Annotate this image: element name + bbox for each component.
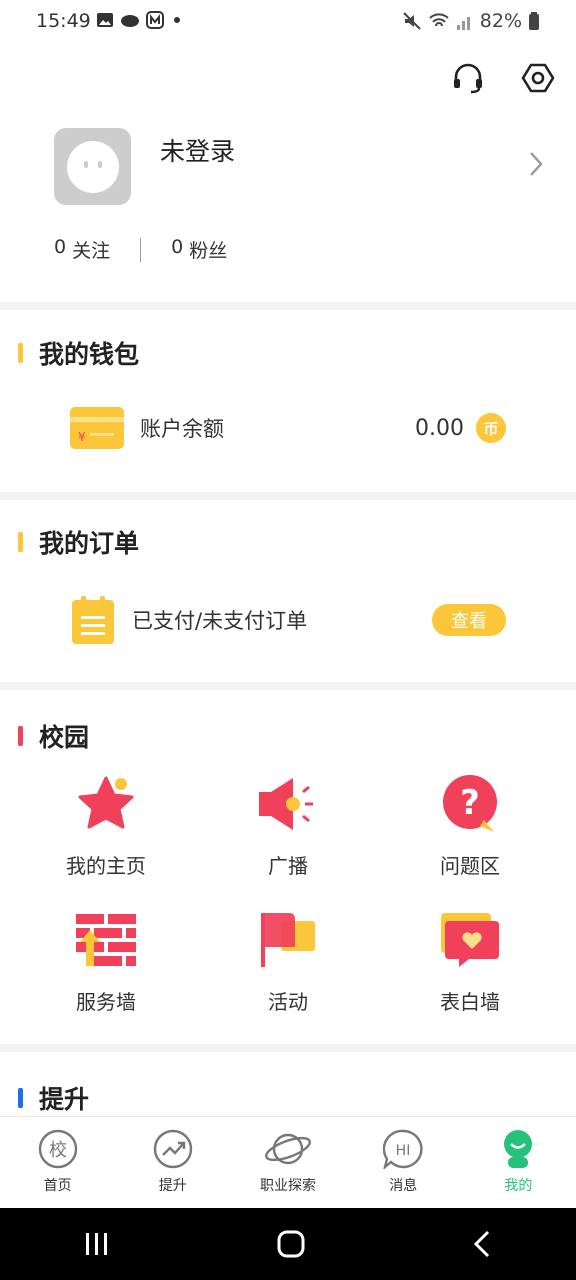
following-count: 0 bbox=[54, 236, 67, 258]
section-divider bbox=[0, 682, 576, 690]
home-nav-icon[interactable] bbox=[276, 1229, 306, 1259]
campus-home-icon: 校 bbox=[38, 1129, 77, 1169]
status-bar: 15:49 82% bbox=[0, 0, 576, 46]
campus-item-homepage[interactable]: 我的主页 bbox=[26, 772, 186, 879]
top-actions bbox=[448, 56, 558, 100]
campus-item-label: 问题区 bbox=[440, 854, 500, 878]
tab-label: 首页 bbox=[43, 1178, 72, 1194]
account-balance-row[interactable]: ¥ 账户余额 0.00 币 bbox=[70, 398, 506, 458]
star-icon bbox=[78, 776, 134, 829]
back-icon[interactable] bbox=[470, 1229, 494, 1259]
orders-title: 我的订单 bbox=[39, 529, 140, 558]
tab-home[interactable]: 校 首页 bbox=[0, 1117, 115, 1208]
coin-icon: 币 bbox=[476, 413, 506, 443]
wifi-icon bbox=[429, 13, 449, 27]
customer-service-button[interactable] bbox=[448, 56, 488, 100]
profile-stats: 0 关注 0 粉丝 bbox=[54, 236, 227, 263]
wallet-section-title: 我的钱包 bbox=[18, 335, 139, 371]
stat-divider bbox=[140, 237, 142, 262]
order-clipboard-icon bbox=[72, 596, 114, 644]
section-accent-bar bbox=[18, 532, 23, 552]
megaphone-icon bbox=[259, 778, 313, 830]
campus-title: 校园 bbox=[39, 723, 90, 752]
system-nav-bar bbox=[0, 1208, 576, 1280]
campus-section-title: 校园 bbox=[18, 718, 89, 754]
section-accent-bar bbox=[18, 726, 23, 746]
svg-text:校: 校 bbox=[49, 1140, 67, 1161]
campus-item-label: 服务墙 bbox=[76, 990, 136, 1014]
tab-mine[interactable]: 我的 bbox=[461, 1117, 576, 1208]
app-notification-icon bbox=[146, 11, 164, 29]
tab-label: 提升 bbox=[158, 1178, 187, 1194]
orders-label: 已支付/未支付订单 bbox=[132, 609, 308, 633]
headset-icon bbox=[454, 63, 482, 94]
avatar[interactable] bbox=[54, 128, 131, 205]
campus-item-label: 广播 bbox=[268, 854, 308, 878]
followers-label: 粉丝 bbox=[189, 240, 228, 262]
campus-item-activities[interactable]: 活动 bbox=[208, 908, 368, 1015]
default-avatar-icon bbox=[66, 140, 119, 193]
battery-percent: 82% bbox=[479, 10, 522, 32]
section-divider bbox=[0, 1044, 576, 1052]
section-divider bbox=[0, 302, 576, 310]
svg-text:?: ? bbox=[460, 783, 480, 823]
dot-icon bbox=[174, 17, 180, 23]
gallery-icon bbox=[97, 13, 113, 27]
orders-section-title: 我的订单 bbox=[18, 524, 139, 560]
question-icon: ? bbox=[443, 775, 497, 832]
brick-wall-icon bbox=[76, 914, 136, 966]
campus-item-label: 活动 bbox=[268, 990, 308, 1014]
tab-label: 职业探索 bbox=[260, 1178, 316, 1194]
view-orders-button[interactable]: 查看 bbox=[432, 604, 506, 636]
settings-icon bbox=[521, 63, 555, 93]
section-divider bbox=[0, 492, 576, 500]
trending-up-icon bbox=[153, 1129, 192, 1169]
battery-icon bbox=[529, 12, 539, 30]
following-stat[interactable]: 0 关注 bbox=[54, 236, 110, 263]
wallet-card-icon: ¥ bbox=[70, 407, 124, 449]
cloud-icon bbox=[121, 15, 139, 27]
improve-section-title: 提升 bbox=[18, 1080, 89, 1116]
followers-stat[interactable]: 0 粉丝 bbox=[171, 236, 227, 263]
tab-career[interactable]: 职业探索 bbox=[230, 1117, 345, 1208]
settings-button[interactable] bbox=[518, 56, 558, 100]
recent-apps-icon[interactable] bbox=[82, 1231, 112, 1257]
profile-card[interactable]: 未登录 0 关注 0 粉丝 bbox=[54, 128, 554, 278]
status-time: 15:49 bbox=[36, 10, 91, 32]
balance-display: 0.00 币 bbox=[415, 413, 506, 443]
campus-item-questions[interactable]: ? 问题区 bbox=[390, 772, 550, 879]
tab-label: 消息 bbox=[389, 1178, 418, 1194]
tab-messages[interactable]: HI 消息 bbox=[346, 1117, 461, 1208]
bottom-tab-bar: 校 首页 提升 职业探索 HI 消息 我的 bbox=[0, 1116, 576, 1208]
campus-item-label: 表白墙 bbox=[440, 990, 500, 1014]
balance-value: 0.00 bbox=[415, 415, 464, 441]
chat-bubble-icon: HI bbox=[383, 1129, 423, 1169]
campus-item-service-wall[interactable]: 服务墙 bbox=[26, 908, 186, 1015]
heart-message-icon bbox=[441, 913, 499, 967]
planet-icon bbox=[265, 1133, 311, 1165]
chevron-right-icon[interactable] bbox=[528, 150, 544, 178]
username[interactable]: 未登录 bbox=[160, 132, 235, 168]
svg-text:HI: HI bbox=[396, 1143, 411, 1159]
tab-improve[interactable]: 提升 bbox=[115, 1117, 230, 1208]
tab-label: 我的 bbox=[504, 1178, 533, 1194]
section-accent-bar bbox=[18, 343, 23, 363]
orders-row[interactable]: 已支付/未支付订单 查看 bbox=[70, 590, 506, 650]
followers-count: 0 bbox=[171, 236, 184, 258]
section-accent-bar bbox=[18, 1088, 23, 1108]
user-icon bbox=[504, 1130, 533, 1168]
campus-item-confession-wall[interactable]: 表白墙 bbox=[390, 908, 550, 1015]
flag-icon bbox=[261, 913, 315, 967]
improve-title: 提升 bbox=[39, 1085, 90, 1114]
balance-label: 账户余额 bbox=[140, 417, 224, 441]
campus-item-label: 我的主页 bbox=[66, 854, 146, 878]
following-label: 关注 bbox=[72, 240, 111, 262]
svg-text:¥: ¥ bbox=[78, 430, 86, 444]
signal-icon bbox=[456, 17, 470, 30]
wallet-title: 我的钱包 bbox=[39, 340, 140, 369]
mute-icon bbox=[403, 12, 421, 30]
campus-item-broadcast[interactable]: 广播 bbox=[208, 772, 368, 879]
